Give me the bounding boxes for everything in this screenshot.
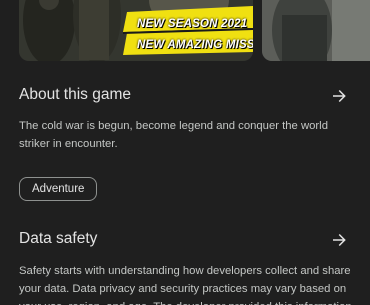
tag-chip-adventure[interactable]: Adventure	[19, 177, 98, 201]
promo-text-missions: NEW AMAZING MISSIONS	[137, 39, 253, 51]
arrow-right-icon[interactable]	[330, 87, 348, 105]
screenshot-art	[19, 0, 253, 61]
promo-text-season: NEW SEASON 2021	[137, 18, 248, 30]
about-description: The cold war is begun, become legend and…	[19, 120, 328, 150]
screenshot-carousel[interactable]: NEW SEASON 2021 NEW AMAZING MISSIONS	[0, 0, 370, 62]
game-screenshot-2[interactable]	[262, 0, 370, 61]
screenshot-art	[262, 0, 370, 61]
app-details-page: NEW SEASON 2021 NEW AMAZING MISSIONS Abo…	[0, 0, 370, 305]
about-section-title[interactable]: About this game	[19, 86, 131, 104]
data-safety-section-title[interactable]: Data safety	[19, 230, 97, 248]
game-screenshot-1[interactable]: NEW SEASON 2021 NEW AMAZING MISSIONS	[19, 0, 253, 61]
arrow-right-icon[interactable]	[330, 231, 348, 249]
data-safety-description: Safety starts with understanding how dev…	[19, 265, 352, 305]
